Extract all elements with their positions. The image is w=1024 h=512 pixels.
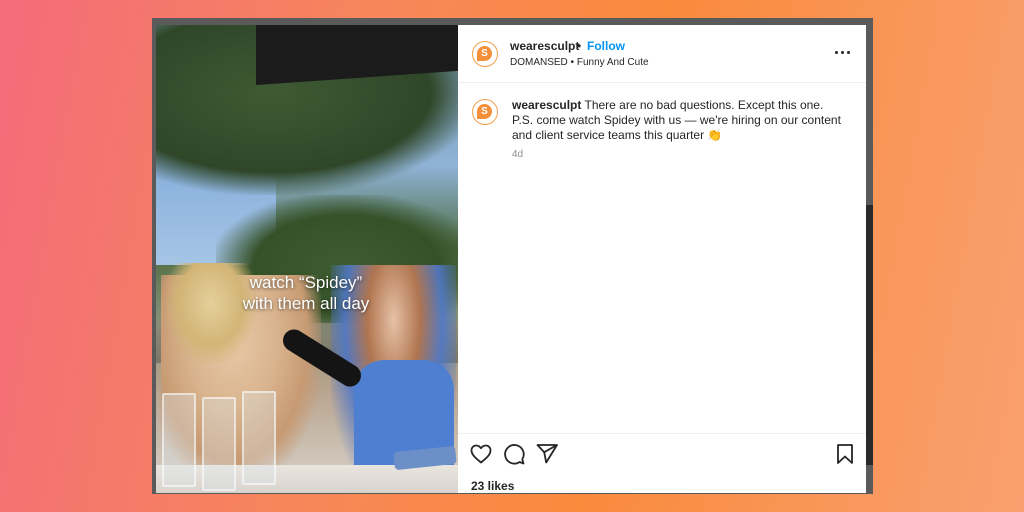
post-header: S wearesculpt • Follow DOMANSED • Funny … <box>458 25 866 83</box>
caption-text: wearesculpt There are no bad questions. … <box>512 98 842 143</box>
follow-button[interactable]: Follow <box>587 39 625 53</box>
audio-label[interactable]: DOMANSED • Funny And Cute <box>510 57 649 68</box>
background-strip <box>866 205 873 465</box>
avatar[interactable]: S <box>472 99 498 125</box>
comment-icon[interactable] <box>502 442 526 466</box>
caption-username[interactable]: wearesculpt <box>512 98 581 112</box>
video-caption-line: watch “Spidey” <box>249 273 363 292</box>
video-caption-line: with them all day <box>242 294 370 313</box>
post-video[interactable]: watch “Spidey” with them all day <box>156 25 458 493</box>
avatar-logo: S <box>477 104 492 119</box>
post-side-panel: S wearesculpt • Follow DOMANSED • Funny … <box>458 25 866 493</box>
action-bar: 23 likes <box>458 433 866 493</box>
video-glass <box>202 397 236 491</box>
video-glass <box>242 391 276 485</box>
post-age[interactable]: 4d <box>512 149 523 160</box>
more-options-icon[interactable] <box>831 42 855 62</box>
video-glass <box>162 393 196 487</box>
send-icon[interactable] <box>535 442 559 466</box>
avatar-logo: S <box>477 46 492 61</box>
separator-dot: • <box>577 39 582 53</box>
heart-icon[interactable] <box>469 442 493 466</box>
video-caption: watch “Spidey” with them all day <box>196 272 416 314</box>
username-link[interactable]: wearesculpt <box>510 39 579 53</box>
bookmark-icon[interactable] <box>833 442 857 466</box>
avatar[interactable]: S <box>472 41 498 67</box>
likes-count[interactable]: 23 likes <box>471 479 514 493</box>
